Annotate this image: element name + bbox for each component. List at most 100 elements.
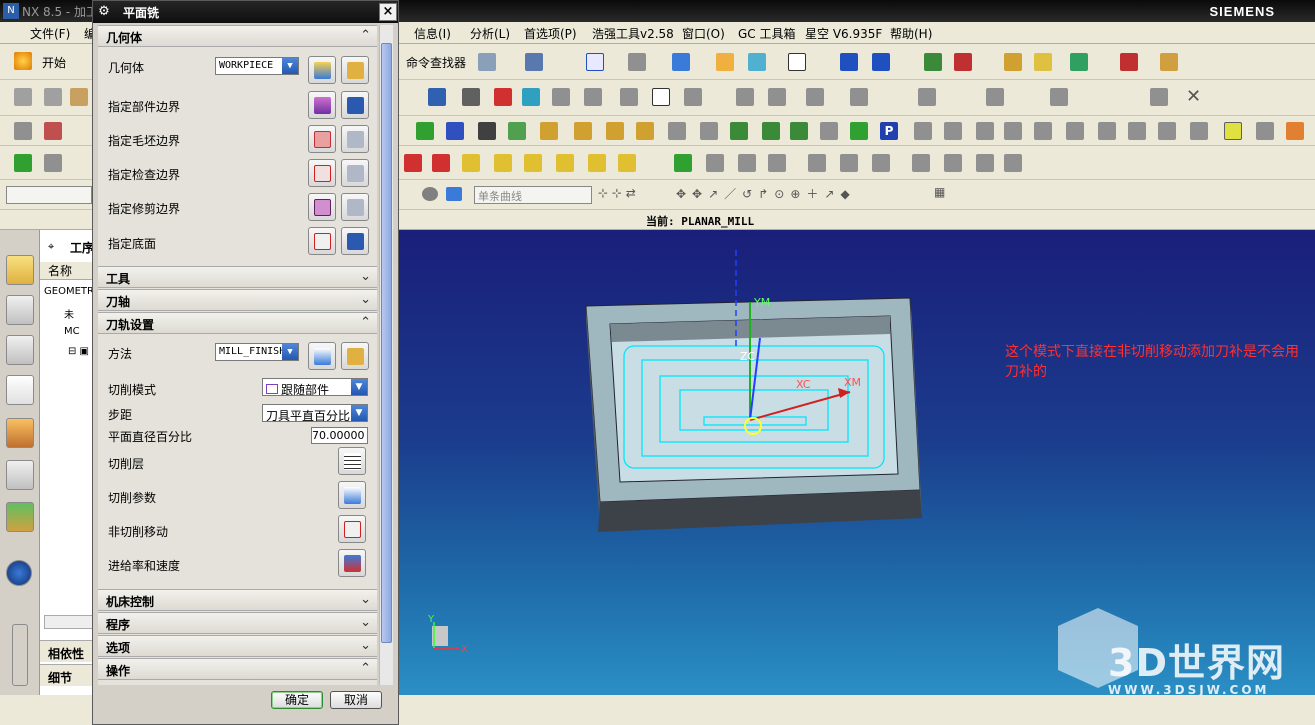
part-boundary-display-button[interactable]	[341, 91, 369, 119]
op-icon-2[interactable]	[738, 154, 756, 172]
select-icon[interactable]	[1070, 53, 1088, 71]
assembly-icon[interactable]	[954, 53, 972, 71]
edit-geometry-button[interactable]	[341, 56, 369, 84]
details-panel[interactable]: 细节	[40, 664, 98, 686]
gear-icon[interactable]: ⚙	[96, 4, 112, 20]
palette-icon[interactable]	[1034, 53, 1052, 71]
feeds-speeds-button[interactable]	[338, 549, 366, 577]
blank-boundary-display-button[interactable]	[341, 125, 369, 153]
level-icon-4[interactable]	[556, 154, 574, 172]
menu-window[interactable]: 窗口(O)	[682, 25, 725, 42]
machine-tool-tab-icon[interactable]	[6, 295, 34, 325]
trim-boundary-select-button[interactable]	[308, 193, 336, 221]
menu-gc-toolbox[interactable]: GC 工具箱	[738, 25, 796, 42]
menu-analysis[interactable]: 分析(L)	[470, 25, 510, 42]
layers-icon[interactable]	[924, 53, 942, 71]
part-tab-icon[interactable]	[6, 460, 34, 490]
check-boundary-display-button[interactable]	[341, 159, 369, 187]
nav-hscroll[interactable]	[44, 615, 98, 629]
cam-icon-5[interactable]	[820, 122, 838, 140]
flat-diameter-input[interactable]: 70.00000	[311, 427, 368, 444]
dependencies-panel[interactable]: 相依性	[40, 640, 98, 662]
shaded-icon[interactable]	[446, 187, 462, 201]
ruler-icon[interactable]	[1160, 53, 1178, 71]
dialog-scrollbar[interactable]	[379, 25, 393, 685]
time-icon[interactable]	[684, 88, 702, 106]
new-method-button[interactable]	[308, 342, 336, 370]
collapse-icon[interactable]: ⌃	[360, 661, 371, 676]
operation-icon[interactable]	[14, 122, 32, 140]
snap-icons[interactable]: ⊹ ⊹ ⇄	[598, 186, 636, 200]
group-actions-header[interactable]: 操作 ⌃	[98, 658, 377, 680]
cam-icon-11[interactable]	[1034, 122, 1052, 140]
arrow-down-icon[interactable]	[432, 154, 450, 172]
checkmark-icon[interactable]	[14, 154, 32, 172]
geometry-select[interactable]: WORKPIECE ▼	[215, 57, 299, 75]
column-header-name[interactable]: 名称	[40, 262, 98, 280]
blank-boundary-select-button[interactable]	[308, 125, 336, 153]
cam-icon-2[interactable]	[730, 122, 748, 140]
tool-icon[interactable]	[478, 53, 496, 71]
nav-row-unused[interactable]: 未	[64, 306, 74, 321]
info-icon[interactable]	[525, 53, 543, 71]
menu-xingkong[interactable]: 星空 V6.935F	[805, 25, 882, 42]
menu-haoqiang-tools[interactable]: 浩强工具v2.58	[592, 25, 674, 42]
view-orient-icon[interactable]	[748, 53, 766, 71]
cam-icon-10[interactable]	[1004, 122, 1022, 140]
type-filter-combo[interactable]	[6, 186, 92, 204]
nav-row-workpiece[interactable]: ⊟ ▣	[68, 346, 89, 357]
fit-view-icon[interactable]	[586, 53, 604, 71]
pin-icon[interactable]: ⌖	[48, 240, 54, 254]
create-geometry-icon[interactable]	[70, 88, 88, 106]
group-tool-header[interactable]: 工具 ⌄	[98, 266, 377, 288]
snap-point-icons[interactable]: ✥✥↗／↺↱⊙⊕＋↗◆	[676, 185, 856, 202]
wrench-icon[interactable]	[540, 122, 558, 140]
zoom-icon[interactable]	[628, 53, 646, 71]
path-edit-icon[interactable]	[736, 88, 754, 106]
cam-icon-17[interactable]	[1224, 122, 1242, 140]
blocks-icon-3[interactable]	[636, 122, 654, 140]
blocks-icon[interactable]	[574, 122, 592, 140]
path-move-icon[interactable]	[768, 88, 786, 106]
graphics-viewport[interactable]: XC XM ZC YM X Y	[398, 230, 1315, 695]
cam-icon-4[interactable]	[790, 122, 808, 140]
command-finder-button[interactable]: 命令查找器	[406, 54, 466, 71]
magnify-icon[interactable]	[1050, 88, 1068, 106]
report-icon[interactable]	[652, 88, 670, 106]
op-icon-5[interactable]	[872, 154, 890, 172]
path-delete-icon[interactable]	[850, 88, 868, 106]
op-icon-8[interactable]	[976, 154, 994, 172]
curve-rule-combo[interactable]: 单条曲线	[474, 186, 592, 204]
non-cutting-button[interactable]	[338, 515, 366, 543]
replay-icon[interactable]	[462, 88, 480, 106]
start-icon[interactable]	[14, 52, 32, 70]
method-select[interactable]: MILL_FINISH ▼	[215, 343, 299, 361]
expand-icon[interactable]: ⌄	[360, 269, 371, 284]
cut-levels-button[interactable]	[338, 447, 366, 475]
check-boundary-select-button[interactable]	[308, 159, 336, 187]
create-program-icon[interactable]	[14, 88, 32, 106]
menu-file[interactable]: 文件(F)	[30, 25, 70, 42]
cam-icon-19[interactable]	[1286, 122, 1304, 140]
group-path-settings-header[interactable]: 刀轨设置 ⌃	[98, 312, 377, 334]
cam-icon-13[interactable]	[1098, 122, 1116, 140]
cylinder-icon[interactable]	[668, 122, 686, 140]
stack-icon[interactable]	[508, 122, 526, 140]
expand-icon[interactable]: ⌄	[360, 615, 371, 630]
chevron-down-icon[interactable]: ▼	[282, 344, 298, 360]
ops-icon[interactable]	[44, 154, 62, 172]
tool-library-icon[interactable]	[620, 88, 638, 106]
floor-display-button[interactable]	[341, 227, 369, 255]
level-icon-6[interactable]	[618, 154, 636, 172]
generate-path-icon[interactable]	[428, 88, 446, 106]
cam-icon-15[interactable]	[1158, 122, 1176, 140]
linking-icon[interactable]	[416, 122, 434, 140]
move-icon[interactable]	[872, 53, 890, 71]
expand-icon[interactable]: ⌄	[360, 292, 371, 307]
snap-icon[interactable]	[1004, 53, 1022, 71]
group-options-header[interactable]: 选项 ⌄	[98, 635, 377, 657]
level-icon-5[interactable]	[588, 154, 606, 172]
shading-icon[interactable]	[422, 187, 438, 201]
nav-row-mcs[interactable]: MC	[64, 326, 80, 337]
verify-check-icon[interactable]	[674, 154, 692, 172]
